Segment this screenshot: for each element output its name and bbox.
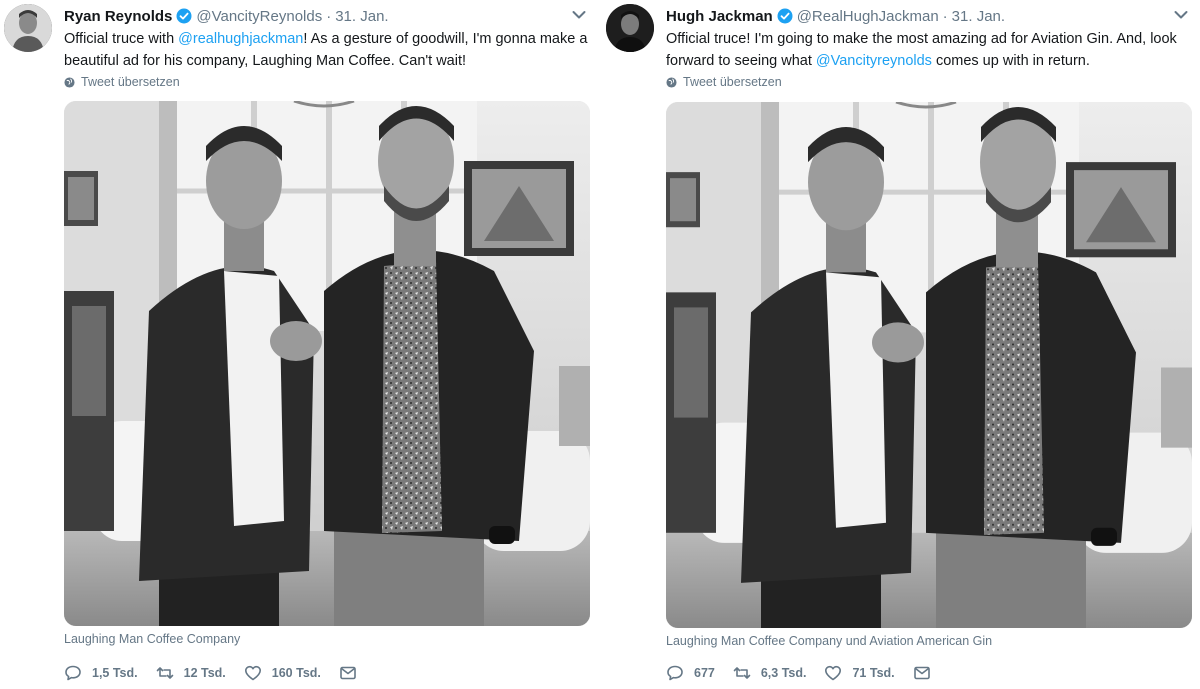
- tweet-text: Official truce! I'm going to make the mo…: [666, 28, 1192, 72]
- like-count: 71 Tsd.: [852, 666, 895, 680]
- tweet-date[interactable]: 31. Jan.: [335, 8, 388, 25]
- reply-count: 1,5 Tsd.: [92, 666, 138, 680]
- tweet-photo[interactable]: [64, 101, 590, 626]
- like-icon: [825, 665, 842, 681]
- verified-badge-icon: [777, 8, 793, 24]
- avatar-image: [606, 4, 654, 52]
- globe-icon: [666, 76, 677, 88]
- display-name[interactable]: Ryan Reynolds: [64, 8, 172, 25]
- separator: ·: [326, 7, 332, 25]
- chevron-down-icon[interactable]: [1174, 10, 1188, 20]
- avatar[interactable]: [606, 4, 654, 52]
- like-button[interactable]: 71 Tsd.: [824, 664, 912, 682]
- tweet-date[interactable]: 31. Jan.: [952, 8, 1005, 25]
- chevron-down-icon[interactable]: [572, 10, 586, 20]
- retweet-button[interactable]: 12 Tsd.: [156, 664, 244, 682]
- retweet-icon: [156, 667, 173, 679]
- user-handle[interactable]: @VancityReynolds: [196, 8, 322, 25]
- reply-icon: [667, 665, 683, 681]
- direct-message-button[interactable]: [339, 664, 367, 682]
- direct-message-icon: [340, 666, 356, 680]
- tweet-text-part: comes up with in return.: [931, 53, 1090, 69]
- retweet-count: 6,3 Tsd.: [760, 666, 807, 680]
- tweet-text: Official truce with @realhughjackman! As…: [64, 28, 590, 72]
- tweet-text-part: Official truce with: [64, 31, 179, 47]
- reply-button[interactable]: 1,5 Tsd.: [64, 664, 156, 682]
- separator: ·: [942, 7, 948, 25]
- tagged-accounts[interactable]: Laughing Man Coffee Company: [64, 632, 240, 646]
- translate-tweet-link[interactable]: Tweet übersetzen: [666, 74, 782, 90]
- mention-link[interactable]: @realhughjackman: [178, 31, 303, 47]
- display-name[interactable]: Hugh Jackman: [666, 8, 773, 25]
- tweet-card: Ryan Reynolds @VancityReynolds · 31. Jan…: [0, 0, 598, 689]
- direct-message-icon: [913, 666, 930, 680]
- like-count: 160 Tsd.: [271, 666, 321, 680]
- tweet-actions: 1,5 Tsd. 12 Tsd. 160 Tsd.: [64, 662, 367, 684]
- avatar[interactable]: [4, 4, 52, 52]
- globe-icon: [64, 76, 75, 88]
- reply-button[interactable]: 677: [666, 664, 733, 682]
- direct-message-button[interactable]: [913, 664, 941, 682]
- like-icon: [244, 665, 261, 681]
- translate-tweet-link[interactable]: Tweet übersetzen: [64, 74, 180, 90]
- tweet-card: Hugh Jackman @RealHughJackman · 31. Jan.…: [602, 0, 1200, 689]
- like-button[interactable]: 160 Tsd.: [244, 664, 339, 682]
- user-handle[interactable]: @RealHughJackman: [797, 8, 939, 25]
- retweet-button[interactable]: 6,3 Tsd.: [733, 664, 825, 682]
- tweet-header: Hugh Jackman @RealHughJackman · 31. Jan.: [666, 6, 1005, 26]
- translate-label: Tweet übersetzen: [81, 75, 180, 89]
- reply-count: 677: [694, 666, 715, 680]
- avatar-image: [4, 4, 52, 52]
- tagged-accounts[interactable]: Laughing Man Coffee Company und Aviation…: [666, 634, 992, 648]
- retweet-count: 12 Tsd.: [183, 666, 226, 680]
- photo-image: [666, 102, 1192, 628]
- tweet-actions: 677 6,3 Tsd. 71 Tsd.: [666, 662, 941, 684]
- verified-badge-icon: [176, 8, 192, 24]
- mention-link[interactable]: @Vancityreynolds: [816, 53, 932, 69]
- retweet-icon: [733, 667, 751, 679]
- photo-image: [64, 101, 590, 626]
- translate-label: Tweet übersetzen: [683, 75, 782, 89]
- reply-icon: [65, 665, 81, 681]
- tweet-photo[interactable]: [666, 102, 1192, 628]
- tweet-header: Ryan Reynolds @VancityReynolds · 31. Jan…: [64, 6, 389, 26]
